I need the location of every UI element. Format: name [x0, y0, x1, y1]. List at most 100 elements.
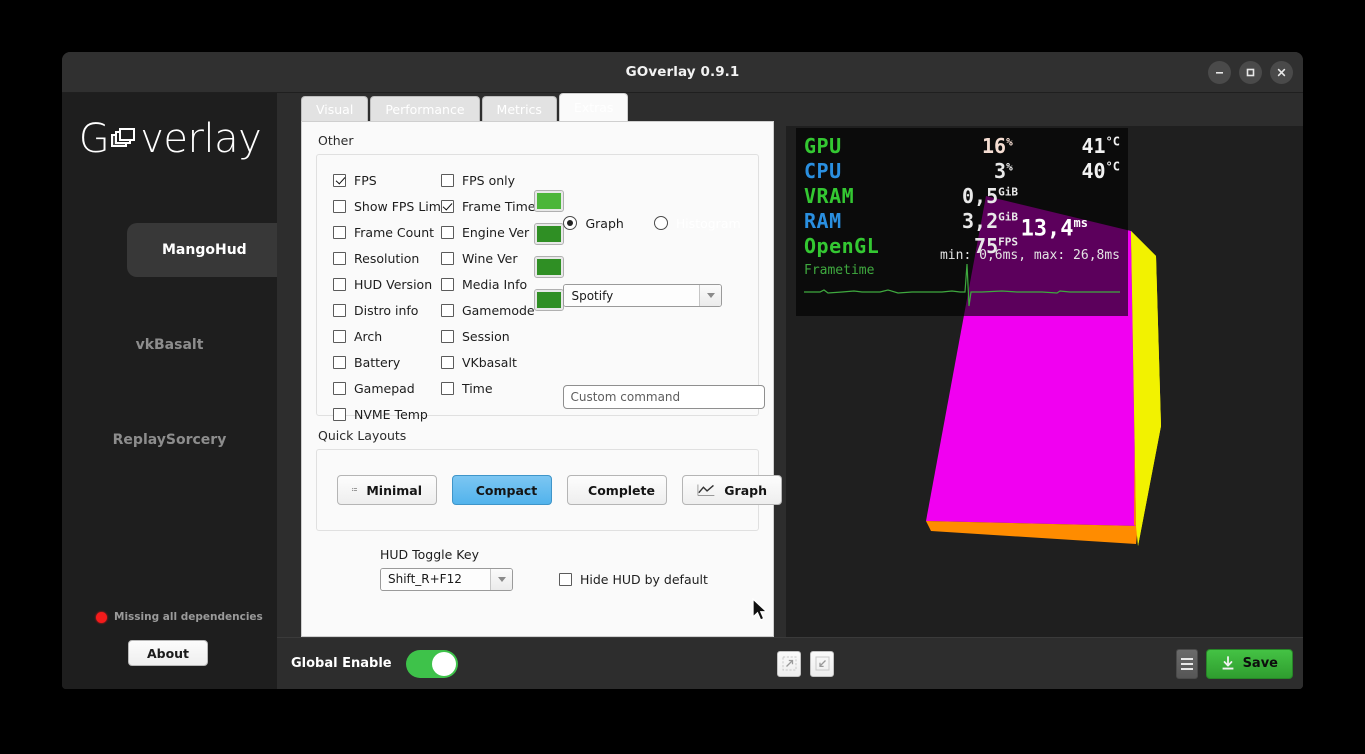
checkbox-gamemode[interactable]: Gamemode [440, 297, 536, 323]
maximize-button[interactable] [1239, 61, 1262, 84]
tab-metrics[interactable]: Metrics [481, 96, 557, 121]
checkbox-gamepad[interactable]: Gamepad [333, 375, 441, 401]
checkbox-frame-time[interactable]: Frame Time [440, 193, 535, 219]
other-group-label: Other [318, 133, 354, 148]
checkbox-box [333, 173, 346, 187]
checkbox-label: Time [461, 380, 493, 396]
window-controls [1208, 61, 1293, 84]
media-player-select[interactable]: Spotify [563, 284, 723, 307]
collapse-preview-button[interactable] [810, 650, 834, 677]
checkbox-label: Gamepad [354, 380, 415, 396]
checkbox-wine-ver[interactable]: Wine Ver [440, 245, 536, 271]
checkbox-frame-count[interactable]: Frame Count [333, 219, 441, 245]
checkbox-nvme-temp[interactable]: NVME Temp [333, 401, 441, 427]
close-icon [1277, 68, 1286, 77]
checkbox-box [333, 329, 346, 343]
quick-layout-compact-button[interactable]: Compact [452, 475, 552, 505]
line-chart-icon [697, 484, 715, 496]
menu-button[interactable] [1175, 648, 1198, 679]
checkbox-label: Show FPS Lim [354, 198, 441, 214]
quick-layout-graph-button[interactable]: Graph [682, 475, 782, 505]
checkbox-time[interactable]: Time [440, 375, 536, 401]
checkbox-box [440, 277, 454, 291]
sidebar-item-vkbasalt[interactable]: vkBasalt [62, 318, 277, 372]
radio-histogram[interactable] [653, 216, 668, 230]
minimize-button[interactable] [1208, 61, 1231, 84]
save-label: Save [1242, 656, 1278, 671]
checkbox-arch[interactable]: Arch [333, 323, 441, 349]
expand-preview-button[interactable] [777, 650, 801, 677]
tab-extras[interactable]: Extras [558, 93, 629, 121]
checkbox-fps[interactable]: FPS [333, 167, 441, 193]
custom-command-input[interactable]: Custom command [563, 385, 766, 409]
quick-layout-label: Graph [724, 482, 767, 498]
checkbox-label: Engine Ver [461, 224, 530, 240]
checkbox-battery[interactable]: Battery [333, 349, 441, 375]
quick-layouts-label: Quick Layouts [318, 428, 407, 443]
quick-layout-label: Minimal [366, 482, 422, 498]
dependency-status-text: Missing all dependencies [114, 611, 263, 623]
hud-overlay: GPU 16% 41°C CPU 3% 40°C VRAM 0,5GiB RAM… [796, 128, 1128, 316]
checkbox-label: NVME Temp [354, 406, 428, 422]
toggle-knob [431, 651, 456, 676]
checkbox-box [333, 303, 346, 317]
sidebar: G verlay MangoHud vkBasalt ReplaySorcery [62, 93, 277, 689]
checkbox-label: Distro info [354, 302, 419, 318]
maximize-icon [1246, 68, 1255, 77]
checkbox-show-fps-limit[interactable]: Show FPS Lim [333, 193, 441, 219]
tab-performance[interactable]: Performance [370, 96, 480, 121]
quick-layout-minimal-button[interactable]: Minimal [337, 475, 437, 505]
checkbox-box [440, 173, 454, 187]
checkbox-engine-ver[interactable]: Engine Ver [440, 219, 536, 245]
checkbox-distro-info[interactable]: Distro info [333, 297, 441, 323]
hamburger-icon [1180, 657, 1193, 660]
chevron-down-icon[interactable] [490, 568, 512, 590]
checkbox-resolution[interactable]: Resolution [333, 245, 441, 271]
save-button[interactable]: Save [1205, 648, 1293, 679]
checkbox-box [440, 225, 454, 239]
tab-visual[interactable]: Visual [301, 96, 369, 121]
chevron-down-icon[interactable] [699, 285, 722, 306]
frametime-display-radios: Graph Histogram [563, 213, 765, 233]
options-column-2: FPS only Frame Time Engine Ver Wine Ver … [440, 167, 536, 427]
expand-icon [782, 656, 796, 671]
checkbox-vkbasalt[interactable]: VKbasalt [440, 349, 536, 375]
window-body: G verlay MangoHud vkBasalt ReplaySorcery [62, 93, 1303, 689]
checkbox-label: VKbasalt [461, 354, 517, 370]
checkbox-box [333, 277, 346, 291]
quick-layout-complete-button[interactable]: Complete [567, 475, 667, 505]
radio-graph[interactable] [563, 216, 578, 230]
checkbox-box [440, 381, 454, 395]
bottom-right-actions: Save [1175, 648, 1293, 679]
color-swatch-wine-ver[interactable] [534, 256, 565, 278]
checkbox-fps-only[interactable]: FPS only [440, 167, 536, 193]
hud-toggle-key-value: Shift_R+F12 [381, 568, 490, 590]
about-button[interactable]: About [128, 640, 208, 666]
checkbox-media-info[interactable]: Media Info [440, 271, 536, 297]
hud-frametime-value: 13,4ms [1020, 216, 1088, 242]
hud-toggle-section: HUD Toggle Key Shift_R+F12 Hide HUD by d… [316, 547, 759, 592]
sidebar-item-replaysorcery[interactable]: ReplaySorcery [62, 413, 277, 467]
app-logo: G verlay [70, 115, 270, 163]
collapse-icon [815, 656, 829, 671]
tab-label: Metrics [496, 101, 542, 117]
hud-toggle-key-select[interactable]: Shift_R+F12 [380, 567, 513, 591]
sidebar-item-mangohud[interactable]: MangoHud [127, 223, 277, 277]
checkbox-session[interactable]: Session [440, 323, 536, 349]
checkbox-hud-version[interactable]: HUD Version [333, 271, 441, 297]
color-swatch-frame-time[interactable] [534, 190, 565, 212]
color-swatch-column [534, 167, 565, 427]
preview-size-buttons [777, 650, 834, 677]
color-swatch-engine-ver[interactable] [534, 223, 565, 245]
color-swatch-media-info[interactable] [534, 289, 565, 311]
media-player-value: Spotify [564, 285, 700, 306]
sidebar-nav: MangoHud vkBasalt ReplaySorcery [62, 223, 277, 467]
checkbox-hide-hud-by-default[interactable]: Hide HUD by default [559, 566, 708, 592]
close-button[interactable] [1270, 61, 1293, 84]
hud-label: VRAM [804, 184, 855, 208]
hud-row-cpu: CPU 3% 40°C [804, 159, 1120, 184]
checkbox-label: Resolution [354, 250, 420, 266]
checkbox-box [440, 199, 454, 213]
content-area: Visual Performance Metrics Extras Other … [277, 93, 1303, 637]
global-enable-toggle[interactable] [405, 649, 458, 678]
